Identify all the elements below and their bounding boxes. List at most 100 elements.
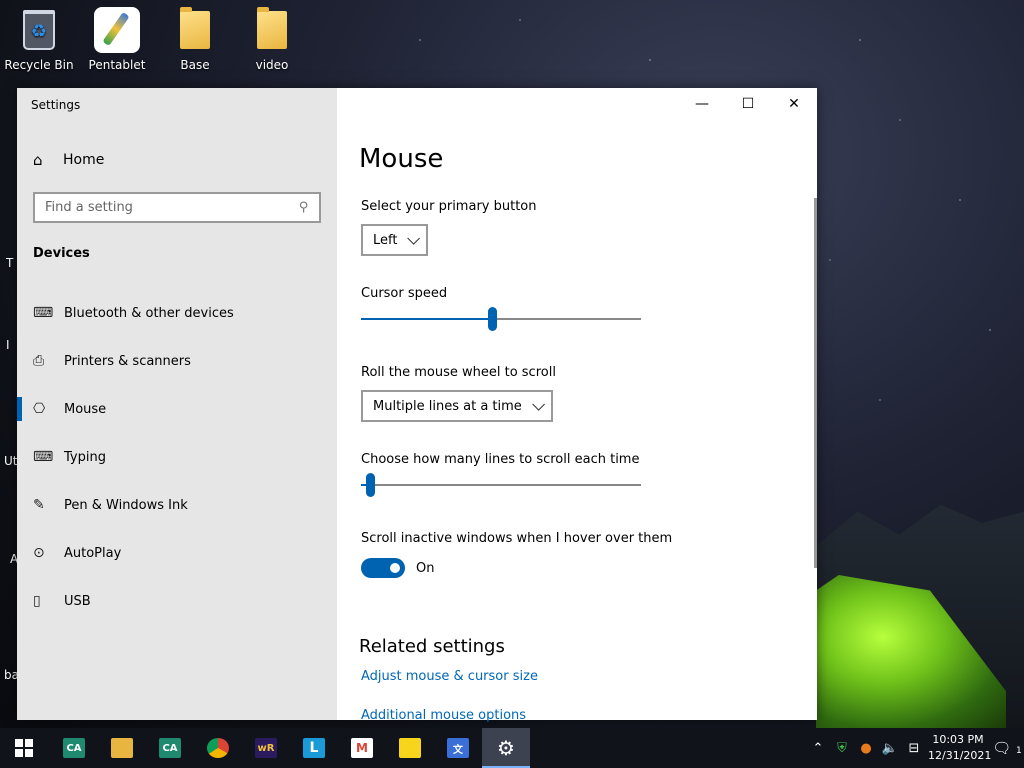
keyboard-icon: ⌨ <box>33 449 54 465</box>
minimize-button[interactable]: — <box>679 88 725 120</box>
slider-track <box>361 484 641 486</box>
taskbar-sticky-notes[interactable] <box>386 728 434 768</box>
gmail-icon: M <box>351 738 373 758</box>
sidebar-item-label: AutoPlay <box>64 545 122 561</box>
maximize-button[interactable]: ☐ <box>725 88 771 120</box>
clock-time: 10:03 PM <box>932 733 984 746</box>
home-icon: ⌂ <box>33 151 43 169</box>
sidebar-item-bluetooth[interactable]: ⌨ Bluetooth & other devices <box>17 289 337 337</box>
wheel-scroll-dropdown[interactable]: Multiple lines at a time <box>361 390 553 422</box>
taskbar-file-explorer[interactable] <box>98 728 146 768</box>
settings-window: Settings ⌂ Home ⚲ Devices ⌨ Bluetooth & … <box>17 88 817 723</box>
sidebar-item-printers[interactable]: ⎙ Printers & scanners <box>17 337 337 385</box>
close-button[interactable]: ✕ <box>771 88 817 120</box>
lines-scroll-slider[interactable] <box>361 473 641 497</box>
clock[interactable]: 10:03 PM 12/31/2021 <box>926 732 992 764</box>
search-icon[interactable]: ⚲ <box>299 200 309 215</box>
taskbar-translator[interactable]: 文 <box>434 728 482 768</box>
desktop-icon-label: Recycle Bin <box>4 58 74 72</box>
toggle-state-text: On <box>416 561 435 576</box>
desktop-partial-label: T <box>6 256 14 270</box>
sidebar-item-typing[interactable]: ⌨ Typing <box>17 433 337 481</box>
taskbar-app-ca-2[interactable]: CA <box>146 728 194 768</box>
taskbar: CA CA wR L M 文 ⚙ ⌃ ⛨ ● 🔈 ⊟ 10:03 PM 12/3… <box>0 728 1024 768</box>
network-icon[interactable]: ⊟ <box>902 741 926 756</box>
taskbar-app-l[interactable]: L <box>290 728 338 768</box>
inactive-scroll-label: Scroll inactive windows when I hover ove… <box>361 531 673 546</box>
chevron-down-icon <box>407 231 421 245</box>
windows-logo-icon <box>15 739 33 757</box>
sidebar-item-label: Pen & Windows Ink <box>64 497 188 513</box>
recycle-bin-icon: ♻ <box>23 10 55 50</box>
desktop-icon-recycle-bin[interactable]: ♻ Recycle Bin <box>4 6 74 72</box>
sidebar-home-label: Home <box>63 152 105 168</box>
clock-date: 12/31/2021 <box>928 749 992 762</box>
lines-scroll-label: Choose how many lines to scroll each tim… <box>361 452 640 467</box>
volume-muted-icon[interactable]: 🔈 <box>878 741 902 756</box>
pentablet-icon <box>94 7 140 53</box>
chevron-up-icon[interactable]: ⌃ <box>806 741 830 756</box>
sidebar-home[interactable]: ⌂ Home <box>33 151 104 169</box>
sidebar-item-label: USB <box>64 593 91 609</box>
desktop-icon-video[interactable]: video <box>237 6 307 72</box>
cursor-speed-slider[interactable] <box>361 307 641 331</box>
start-button[interactable] <box>0 728 48 768</box>
inactive-scroll-toggle[interactable] <box>361 558 405 578</box>
window-title: Settings <box>31 98 81 112</box>
chevron-down-icon <box>532 397 545 411</box>
content-scrollbar[interactable] <box>814 198 817 568</box>
search-input[interactable] <box>45 200 300 215</box>
taskbar-chrome[interactable] <box>194 728 242 768</box>
sidebar-item-autoplay[interactable]: ⊙ AutoPlay <box>17 529 337 577</box>
link-adjust-cursor-size[interactable]: Adjust mouse & cursor size <box>361 669 538 684</box>
slider-fill <box>361 318 488 320</box>
sidebar-item-pen[interactable]: ✎ Pen & Windows Ink <box>17 481 337 529</box>
taskbar-settings[interactable]: ⚙ <box>482 728 530 768</box>
folder-icon <box>180 7 210 49</box>
taskbar-gmail[interactable]: M <box>338 728 386 768</box>
primary-button-dropdown[interactable]: Left <box>361 224 429 256</box>
cursor-speed-label: Cursor speed <box>361 286 448 301</box>
search-box[interactable]: ⚲ <box>33 192 321 223</box>
app-tray-icon[interactable]: ● <box>854 741 878 756</box>
usb-icon: ▯ <box>33 593 41 609</box>
taskbar-winrar[interactable]: wR <box>242 728 290 768</box>
sidebar-item-mouse[interactable]: ⎔ Mouse <box>17 385 337 433</box>
chrome-icon <box>207 738 229 758</box>
desktop-partial-label: I <box>6 338 10 352</box>
desktop-icon-label: video <box>255 58 289 72</box>
security-shield-icon[interactable]: ⛨ <box>830 741 854 756</box>
related-settings-heading: Related settings <box>359 636 505 657</box>
sidebar-nav: ⌨ Bluetooth & other devices ⎙ Printers &… <box>17 289 337 625</box>
l-app-icon: L <box>303 738 325 758</box>
taskbar-app-ca[interactable]: CA <box>50 728 98 768</box>
sidebar-item-label: Bluetooth & other devices <box>64 305 234 321</box>
file-explorer-icon <box>111 738 133 758</box>
printer-icon: ⎙ <box>33 353 45 369</box>
translator-icon: 文 <box>447 738 469 758</box>
slider-thumb[interactable] <box>488 307 497 331</box>
sidebar-item-label: Typing <box>64 449 106 465</box>
notification-icon: 🗨 <box>992 739 1012 757</box>
settings-sidebar: Settings ⌂ Home ⚲ Devices ⌨ Bluetooth & … <box>17 88 337 720</box>
notification-center[interactable]: 🗨 1 <box>990 739 1024 757</box>
wheel-scroll-label: Roll the mouse wheel to scroll <box>361 365 556 380</box>
desktop-icon-base[interactable]: Base <box>160 6 230 72</box>
autoplay-icon: ⊙ <box>33 545 45 561</box>
desktop-icon-label: Pentablet <box>88 58 146 72</box>
desktop-icon-label: Base <box>180 58 210 72</box>
settings-content: — ☐ ✕ Mouse Select your primary button L… <box>337 88 817 723</box>
sidebar-item-label: Printers & scanners <box>64 353 191 369</box>
slider-thumb[interactable] <box>366 473 375 497</box>
system-tray: ⌃ ⛨ ● 🔈 ⊟ 10:03 PM 12/31/2021 🗨 1 <box>806 728 1024 768</box>
notification-count: 1 <box>1016 746 1022 756</box>
dropdown-value: Multiple lines at a time <box>373 398 522 414</box>
pen-icon: ✎ <box>33 497 45 513</box>
desktop-partial-label: Ut <box>4 454 18 468</box>
sidebar-item-usb[interactable]: ▯ USB <box>17 577 337 625</box>
sidebar-item-label: Mouse <box>64 401 107 417</box>
winrar-icon: wR <box>255 738 277 758</box>
link-additional-mouse-options[interactable]: Additional mouse options <box>361 708 526 723</box>
desktop-icon-pentablet[interactable]: Pentablet <box>82 6 152 72</box>
ca-app-icon: CA <box>159 738 181 758</box>
